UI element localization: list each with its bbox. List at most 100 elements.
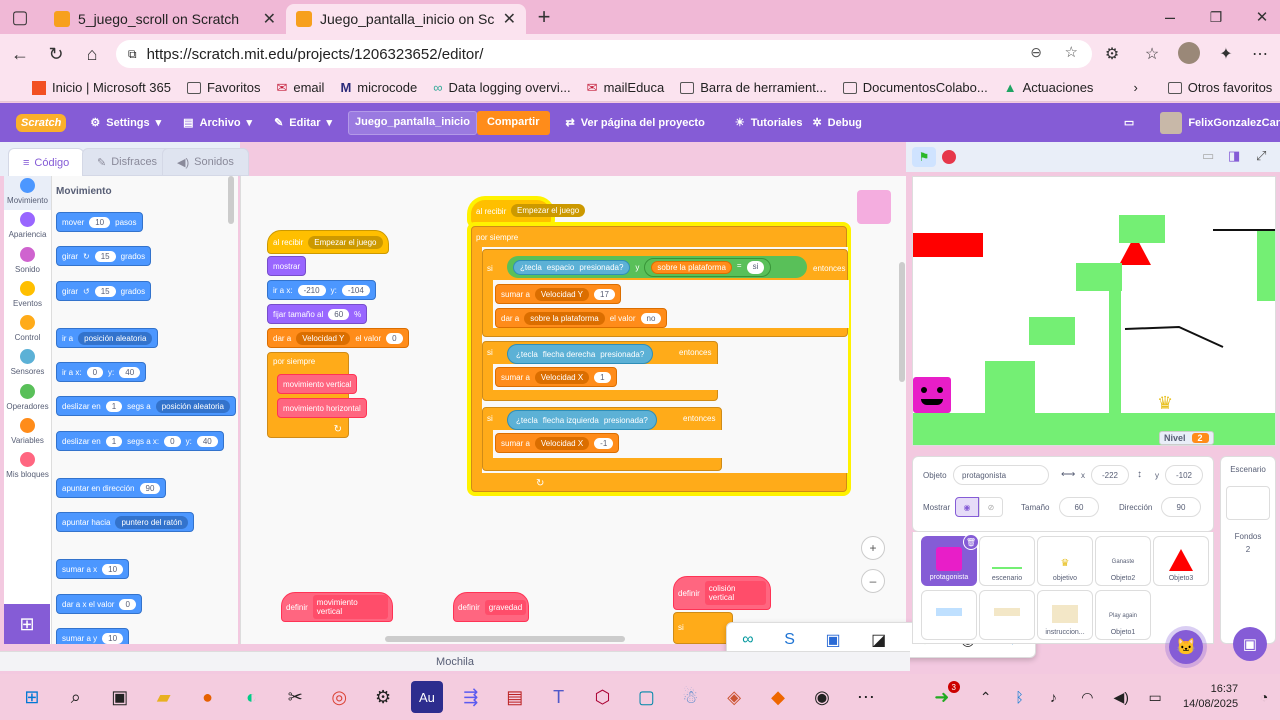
hat-when-receive[interactable]: al recibir Empezar el juego [267, 230, 389, 254]
direction-input[interactable]: 90 [1161, 497, 1201, 517]
url-bar[interactable]: ⧉ https://scratch.mit.edu/projects/12063… [116, 40, 1092, 68]
add-sprite-button[interactable]: 🐱 [1169, 630, 1203, 664]
hat-when-receive-2[interactable]: al recibir Empezar el juego [471, 200, 586, 224]
show-eye-icon[interactable]: ◉ [955, 497, 979, 517]
chevron-up-icon[interactable]: ⌃ [970, 681, 1002, 713]
small-stage-icon[interactable]: ▭ [1202, 148, 1220, 164]
arduino-icon[interactable]: ∞ [742, 631, 753, 649]
script-vertical-scrollbar[interactable] [899, 262, 905, 382]
block-point-direction[interactable]: apuntar en dirección 90 [56, 478, 167, 498]
fav-folder-favoritos[interactable]: Favoritos [186, 80, 260, 95]
battery-icon[interactable]: ▭ [1139, 681, 1171, 713]
close-window-icon[interactable]: ✕ [1248, 3, 1276, 31]
task-view-icon[interactable]: ▣ [104, 681, 136, 713]
block-forever-2[interactable]: por siempre ↻ si entonces ¿tecla espacio p… [471, 226, 849, 492]
block-glide-to-xy[interactable]: deslizar en 1 segs a x: 0 y: 40 [56, 431, 224, 451]
block-set-variable[interactable]: dar a Velocidad Yel valor 0 [267, 328, 409, 348]
sprite-tile-objetivo[interactable]: ♛ objetivo [1037, 536, 1093, 586]
category-eventos[interactable]: Eventos [4, 279, 51, 313]
reload-icon[interactable]: ↻ [42, 40, 70, 68]
block-change-x[interactable]: sumar a x 10 [56, 559, 130, 579]
script-area[interactable]: al recibir Empezar el juego mostrar ir a … [240, 176, 906, 644]
fav-folder-documentos[interactable]: DocumentosColabo... [842, 80, 988, 95]
zoom-in-icon[interactable]: + [861, 536, 885, 560]
volume-icon[interactable]: ◀) [1105, 681, 1137, 713]
copilot-icon[interactable]: ✦ [1212, 40, 1240, 68]
block-turn-right[interactable]: girar ↻ 15 grados [56, 246, 152, 266]
tutorials-button[interactable]: ☀ Tutoriales [735, 116, 803, 130]
fav-other[interactable]: Otros favoritos [1167, 80, 1272, 95]
bluetooth-icon[interactable]: ᛒ [1004, 681, 1036, 713]
if-block-partial[interactable]: si [673, 612, 733, 644]
block-move-steps[interactable]: mover 10 pasos [56, 212, 143, 232]
tab-actions-icon[interactable]: ▢ [6, 3, 34, 31]
call-movimiento-horizontal[interactable]: movimiento horizontal [277, 398, 367, 418]
app-icon[interactable]: ◆ [762, 681, 794, 713]
sprite-tile-objeto1[interactable]: Play again Objeto1 [1095, 590, 1151, 640]
equals-operator[interactable]: sobre la plataforma = si [644, 257, 772, 277]
teams-icon[interactable]: T [543, 681, 575, 713]
block-set-platform[interactable]: dar a sobre la plataforma el valor no [495, 308, 668, 328]
script-start-game[interactable]: al recibir Empezar el juego mostrar ir a … [267, 222, 409, 442]
share-button[interactable]: Compartir [476, 110, 550, 135]
search-icon[interactable]: ⌕ [60, 681, 92, 713]
x-input[interactable]: -222 [1091, 465, 1129, 485]
app-robot-icon[interactable]: ▣ [825, 630, 840, 650]
home-icon[interactable]: ⌂ [78, 40, 106, 68]
settings-icon[interactable]: ⚙ [367, 681, 399, 713]
normal-stage-icon[interactable]: ◨ [1228, 148, 1246, 164]
fav-actuaciones[interactable]: ▲ Actuaciones [1004, 80, 1094, 95]
minimize-icon[interactable]: – [1156, 3, 1184, 31]
sprite-tile-escenario[interactable]: escenario [979, 536, 1035, 586]
palette-scrollbar[interactable] [228, 176, 234, 224]
block-change-y[interactable]: sumar a y 10 [56, 628, 130, 644]
block-change-vel-y[interactable]: sumar a Velocidad Y 17 [495, 284, 621, 304]
block-go-to-xy[interactable]: ir a x: 0 y: 40 [56, 362, 147, 382]
fav-m365[interactable]: Inicio | Microsoft 365 [32, 80, 171, 95]
firefox-icon[interactable]: ● [192, 681, 224, 713]
call-movimiento-vertical[interactable]: movimiento vertical [277, 374, 358, 394]
block-forever[interactable]: por siempre ↻ [267, 352, 349, 438]
fav-microcode[interactable]: Mmicrocode [340, 80, 417, 95]
more-apps-icon[interactable]: ⋯ [850, 681, 882, 713]
debug-button[interactable]: ✲ Debug [812, 116, 861, 130]
sprite-name-input[interactable]: protagonista [953, 465, 1049, 485]
category-movimiento[interactable]: Movimiento [4, 176, 51, 211]
scratch-logo[interactable]: Scratch [16, 113, 67, 132]
if-right[interactable]: si ¿tecla flecha derecha presionada? enton… [482, 341, 719, 401]
block-show[interactable]: mostrar [267, 256, 307, 276]
key-pressed-space[interactable]: ¿tecla espacio presionada? [513, 259, 631, 275]
and-operator[interactable]: ¿tecla espacio presionada? y sobre la plat… [507, 256, 807, 278]
back-icon[interactable]: ← [6, 40, 34, 68]
block-change-vel-x[interactable]: sumar a Velocidad X -1 [495, 433, 620, 453]
edge-icon[interactable]: ◐ [235, 681, 267, 713]
app-icon[interactable]: ◈ [718, 681, 750, 713]
file-explorer-icon[interactable]: ▰ [148, 681, 180, 713]
define-colision-vertical[interactable]: definir colisión vertical [673, 576, 771, 610]
app-icon[interactable]: ▢ [630, 681, 662, 713]
backdrop-thumb[interactable] [1226, 486, 1270, 520]
fullscreen-icon[interactable]: ⤢ [1256, 148, 1274, 164]
hide-eye-icon[interactable]: ⊘ [979, 497, 1003, 517]
size-input[interactable]: 60 [1059, 497, 1099, 517]
script-horizontal-scrollbar[interactable] [385, 636, 625, 642]
key-pressed-right[interactable]: ¿tecla flecha derecha presionada? [507, 344, 654, 364]
my-stuff-folder-icon[interactable]: ▭ [1124, 116, 1134, 129]
fav-datalogging[interactable]: ∞ Data logging overvi... [433, 80, 570, 95]
zoom-out-icon[interactable]: – [861, 569, 885, 593]
extensions-icon[interactable]: ⚙ [1098, 40, 1126, 68]
microphone-icon[interactable]: ♪ [1037, 681, 1069, 713]
close-tab-icon[interactable]: ✕ [503, 9, 516, 29]
sprite-tile-objeto2[interactable]: Ganaste Objeto2 [1095, 536, 1151, 586]
if-left[interactable]: si ¿tecla flecha izquierda presionada? ent… [482, 407, 723, 471]
block-glide-to[interactable]: deslizar en 1 segs a posición aleatoria [56, 396, 236, 416]
profile-avatar[interactable] [1178, 42, 1200, 64]
tab-code[interactable]: ≡ Código [8, 148, 85, 176]
windows-start-icon[interactable]: ⊞ [16, 681, 48, 713]
notifications-icon[interactable]: ◔ [1248, 681, 1280, 713]
site-info-icon[interactable]: ⧉ [128, 47, 137, 62]
tab-sounds[interactable]: ◀) Sonidos [162, 148, 249, 176]
fav-folder-barra[interactable]: Barra de herramient... [680, 80, 827, 95]
project-title-input[interactable]: Juego_pantalla_inicio [348, 110, 477, 135]
block-set-x[interactable]: dar a x el valor 0 [56, 594, 142, 614]
